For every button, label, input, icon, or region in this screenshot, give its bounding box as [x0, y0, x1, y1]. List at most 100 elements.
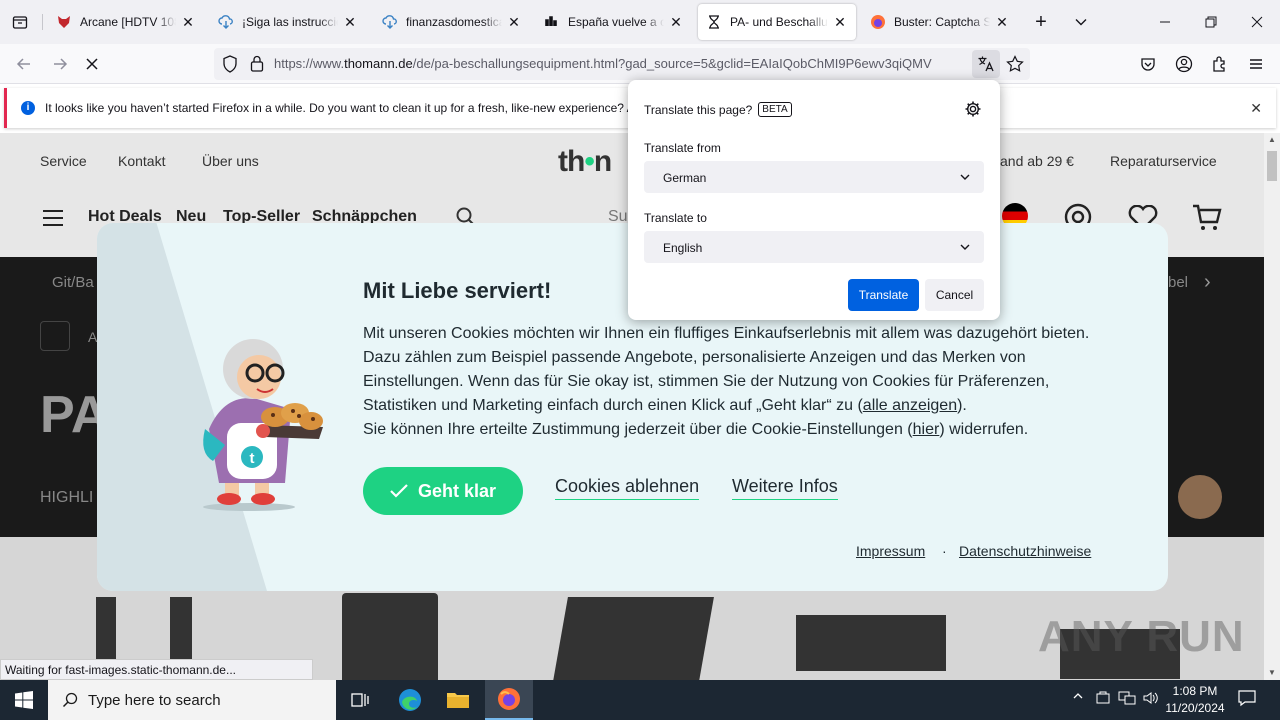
- logo-text: th: [558, 145, 585, 178]
- account-button[interactable]: [1170, 50, 1198, 78]
- tab-arcane[interactable]: Arcane [HDTV 1080p] ✕: [48, 4, 204, 40]
- translate-title-text: Translate this page?: [644, 102, 753, 117]
- settings-here-link[interactable]: hier: [913, 421, 940, 438]
- scroll-thumb[interactable]: [1267, 151, 1277, 181]
- tab-close-icon[interactable]: ✕: [342, 14, 358, 30]
- avatar[interactable]: [1178, 475, 1222, 519]
- tab-list-button[interactable]: [8, 10, 32, 34]
- lock-icon[interactable]: [250, 55, 264, 77]
- task-view-button[interactable]: [336, 680, 384, 720]
- home-icon[interactable]: [40, 321, 70, 351]
- tab-close-icon[interactable]: ✕: [994, 14, 1010, 30]
- translate-page-button[interactable]: [972, 50, 1000, 78]
- tab-title: PA- und Beschallung: [730, 15, 828, 29]
- cookie-title: Mit Liebe serviert!: [363, 278, 552, 303]
- extensions-button[interactable]: [1206, 50, 1234, 78]
- site-cart-icon[interactable]: [1192, 204, 1222, 237]
- tab-thomann[interactable]: PA- und Beschallung ✕: [698, 4, 856, 40]
- info-icon: i: [21, 101, 35, 115]
- site-link-service[interactable]: Service: [40, 153, 87, 169]
- product-image[interactable]: [796, 615, 946, 671]
- cookie-text: Sie können Ihre erteilte Zustimmung jede…: [363, 421, 913, 438]
- tab-strip: Arcane [HDTV 1080p] ✕ ¡Siga las instrucc…: [0, 0, 1280, 44]
- taskbar-clock[interactable]: 1:08 PM 11/20/2024: [1160, 683, 1230, 717]
- reject-cookies-button[interactable]: Cookies ablehnen: [555, 476, 700, 500]
- logo-text-end: n: [593, 145, 612, 178]
- tab-siga[interactable]: ¡Siga las instrucciones ✕: [210, 4, 366, 40]
- cancel-button[interactable]: Cancel: [925, 279, 984, 311]
- tab-close-icon[interactable]: ✕: [506, 14, 522, 30]
- firefox-taskbar-button[interactable]: [485, 680, 533, 720]
- tab-close-icon[interactable]: ✕: [668, 14, 684, 30]
- forward-button[interactable]: [46, 50, 74, 78]
- tab-espana[interactable]: España vuelve a crecer ✕: [536, 4, 692, 40]
- url-text[interactable]: https://www.thomann.de/de/pa-beschallung…: [274, 56, 968, 71]
- scroll-down-icon[interactable]: ▼: [1264, 666, 1280, 680]
- tab-title: Arcane [HDTV 1080p]: [80, 15, 176, 29]
- scroll-up-icon[interactable]: ▲: [1264, 133, 1280, 147]
- page-scrollbar[interactable]: ▲ ▼: [1264, 133, 1280, 680]
- bookmark-star-icon[interactable]: [1006, 55, 1024, 78]
- search-icon: [62, 692, 78, 708]
- site-link-kontakt[interactable]: Kontakt: [118, 153, 165, 169]
- highlights-label: HIGHLI: [40, 489, 94, 506]
- start-button[interactable]: [0, 680, 48, 720]
- chevron-right-icon[interactable]: ›: [1204, 271, 1211, 294]
- cookie-text: ).: [957, 397, 967, 414]
- network-icon[interactable]: [1118, 690, 1136, 709]
- site-menu-icon[interactable]: [42, 209, 64, 232]
- close-window-button[interactable]: [1234, 0, 1280, 44]
- imprint-link[interactable]: Impressum: [856, 543, 925, 559]
- download-icon: [218, 14, 234, 30]
- cancel-button-label: Cancel: [935, 288, 974, 302]
- list-all-tabs-button[interactable]: [1058, 0, 1104, 44]
- product-image[interactable]: [342, 593, 438, 680]
- breadcrumb[interactable]: A: [88, 329, 97, 345]
- tab-list-icon: [12, 16, 28, 29]
- chevron-down-icon: [1075, 19, 1087, 26]
- navigation-toolbar: https://www.thomann.de/de/pa-beschallung…: [0, 44, 1280, 84]
- app-menu-button[interactable]: [1242, 50, 1270, 78]
- clock-date: 11/20/2024: [1165, 701, 1225, 715]
- pocket-icon: [1141, 58, 1155, 71]
- volume-icon[interactable]: [1142, 690, 1158, 709]
- device-icon[interactable]: [1096, 690, 1110, 709]
- restore-button[interactable]: [1188, 0, 1234, 44]
- file-explorer-button[interactable]: [434, 680, 482, 720]
- back-button[interactable]: [10, 50, 38, 78]
- accept-cookies-button[interactable]: Geht klar: [363, 467, 523, 515]
- edge-taskbar-button[interactable]: [386, 680, 434, 720]
- tab-buster[interactable]: Buster: Captcha Solver ✕: [862, 4, 1018, 40]
- arrow-left-icon: [16, 58, 30, 70]
- close-icon[interactable]: ✕: [1250, 100, 1262, 117]
- category-nav-item-right[interactable]: bel: [1168, 274, 1188, 291]
- category-nav-item[interactable]: Git/Ba: [52, 274, 94, 291]
- chevron-down-icon: [960, 244, 970, 250]
- close-icon: [1251, 16, 1263, 28]
- minimize-button[interactable]: [1142, 0, 1188, 44]
- pocket-button[interactable]: [1134, 50, 1162, 78]
- translate-from-select[interactable]: German: [644, 161, 984, 193]
- shield-icon[interactable]: [222, 55, 238, 78]
- translate-button[interactable]: Translate: [848, 279, 919, 311]
- site-logo[interactable]: th•n: [558, 145, 612, 179]
- show-all-link[interactable]: alle anzeigen: [863, 397, 957, 414]
- tab-finanzas[interactable]: finanzasdomesticas ✕: [374, 4, 530, 40]
- product-image[interactable]: [552, 597, 714, 680]
- notifications-icon[interactable]: [1238, 689, 1256, 710]
- taskbar-search[interactable]: Type here to search: [48, 680, 336, 720]
- chevron-up-icon[interactable]: [1072, 690, 1084, 705]
- cookie-body: Mit unseren Cookies möchten wir Ihnen ei…: [363, 322, 1123, 442]
- tab-close-icon[interactable]: ✕: [832, 14, 848, 30]
- site-link-repair[interactable]: Reparaturservice: [1110, 153, 1217, 169]
- gear-icon[interactable]: [964, 100, 982, 118]
- more-info-button[interactable]: Weitere Infos: [732, 476, 838, 500]
- stop-button[interactable]: [78, 50, 106, 78]
- cookie-text: Mit unseren Cookies möchten wir Ihnen ei…: [363, 325, 1090, 414]
- translate-to-select[interactable]: English: [644, 231, 984, 263]
- site-link-about[interactable]: Über uns: [202, 153, 259, 169]
- privacy-link[interactable]: Datenschutzhinweise: [959, 543, 1091, 559]
- firefox-icon: [870, 14, 886, 30]
- address-bar[interactable]: https://www.thomann.de/de/pa-beschallung…: [214, 48, 1030, 80]
- tab-close-icon[interactable]: ✕: [180, 14, 196, 30]
